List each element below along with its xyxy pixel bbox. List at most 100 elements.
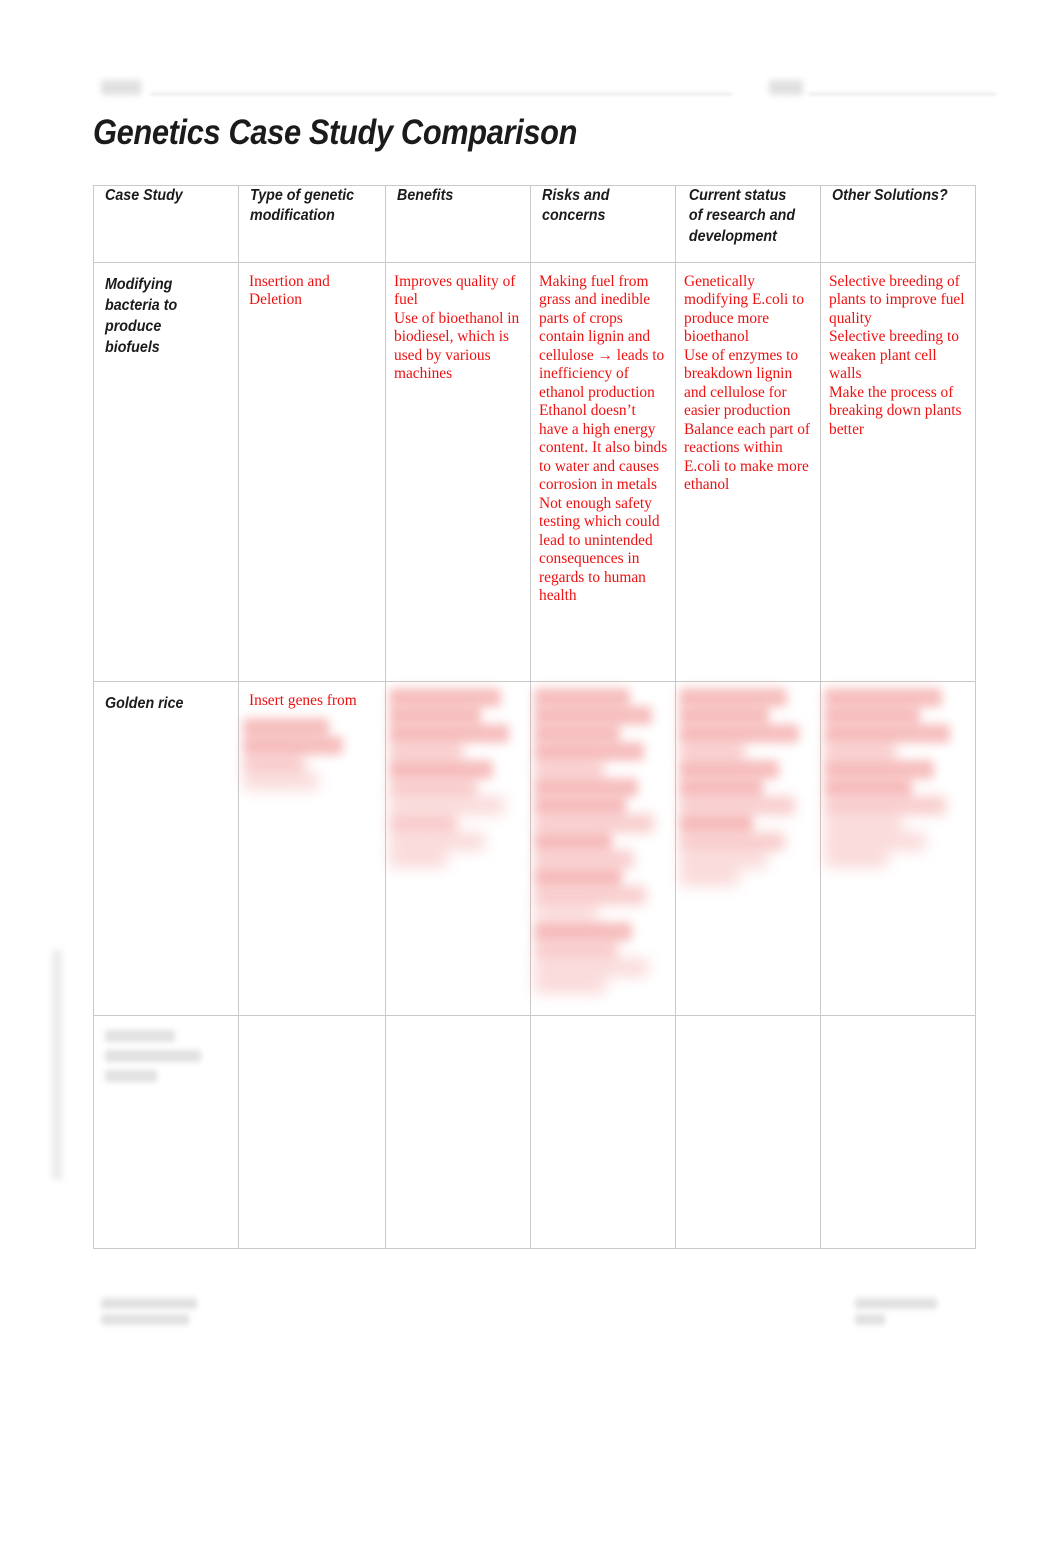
column-header-risks-and-concerns: Risks and concerns [530,185,676,263]
redacted-text-block [243,754,305,773]
redacted-text-block [534,904,598,923]
redacted-text-block [534,814,654,833]
column-header-case-study: Case Study [93,185,239,263]
column-header-case-study-label: Case Study [105,187,183,204]
type-of-modification-text: Insert genes from [249,692,357,709]
table-header-row: Case Study Type of genetic modification … [93,185,976,263]
document-footer [0,1290,1062,1350]
redacted-text-block [105,1030,175,1042]
redacted-text-block [389,742,463,761]
redacted-text-block [534,778,638,797]
redacted-text-block [679,832,785,851]
redacted-text-block [824,760,934,779]
redacted-text-block [824,688,942,707]
case-study-comparison-table: Case Study Type of genetic modification … [93,185,976,1249]
page-title: Genetics Case Study Comparison [93,113,578,152]
column-header-other-solutions: Other Solutions? [820,185,976,263]
redacted-text-block [389,796,505,815]
redacted-text-block [534,760,604,779]
redacted-text-block [679,760,779,779]
redacted-text-block [105,1070,157,1082]
redacted-text-block [534,922,632,941]
current-status-text: Genetically modifying E.coli to produce … [684,273,811,494]
table-row: Golden rice Insert genes from [93,681,976,1016]
redacted-text-block [243,772,319,790]
cell-type-of-modification: Insert genes from [238,681,386,1016]
redacted-text-block [534,886,646,905]
cell-case-study: Golden rice [93,681,239,1016]
redacted-text-block [389,814,457,833]
column-header-type-of-genetic-modification: Type of genetic modification [238,185,386,263]
column-header-other-solutions-label: Other Solutions? [832,187,948,204]
document-header [0,0,1062,110]
type-of-modification-text: Insertion and Deletion [249,273,330,309]
header-left-label-redacted [101,80,141,95]
redacted-text-block [824,742,896,761]
cell-current-status: Genetically modifying E.coli to produce … [675,262,821,682]
redacted-text-block [534,796,626,815]
redacted-text-block [679,868,739,886]
redacted-text-block [679,688,787,707]
case-study-table-wrapper: Case Study Type of genetic modification … [93,185,976,1249]
redacted-text-block [389,832,485,851]
redacted-text-block [534,958,648,977]
footer-right-redacted [855,1314,885,1325]
redacted-text-block [534,868,622,887]
redacted-text-block [534,940,618,959]
cell-risks-and-concerns [530,681,676,1016]
margin-watermark-redacted [52,950,62,1180]
cell-other-solutions [820,1015,976,1249]
redacted-text-block [534,724,620,743]
redacted-text-block [534,976,606,994]
redacted-text-block [389,706,481,725]
cell-other-solutions [820,681,976,1016]
document-page: Genetics Case Study Comparison Case Stud… [0,0,1062,1541]
cell-benefits: Improves quality of fuel Use of bioethan… [385,262,531,682]
redacted-text-block [679,796,795,815]
cell-type-of-modification: Insertion and Deletion [238,262,386,682]
redacted-text-block [534,706,652,725]
redacted-text-block [679,778,763,797]
redacted-text-block [824,724,950,743]
cell-risks-and-concerns [530,1015,676,1249]
redacted-text-block [534,832,612,851]
redacted-text-block [534,688,630,707]
redacted-text-block [105,1050,201,1062]
column-header-benefits: Benefits [385,185,531,263]
table-row: Modifying bacteria to produce biofuels I… [93,262,976,682]
redacted-text-block [824,778,912,797]
cell-type-of-modification [238,1015,386,1249]
cell-case-study: Modifying bacteria to produce biofuels [93,262,239,682]
column-header-benefits-label: Benefits [397,187,454,204]
redacted-text-block [679,706,769,725]
redacted-text-block [389,724,509,743]
redacted-text-block [389,778,477,797]
header-right-rule [808,93,996,95]
case-study-name: Modifying bacteria to produce biofuels [105,276,178,356]
header-left-rule [150,93,732,95]
cell-benefits [385,1015,531,1249]
redacted-text-block [679,814,753,833]
redacted-text-block [679,742,745,761]
redacted-text-block [534,850,634,869]
cell-other-solutions: Selective breeding of plants to improve … [820,262,976,682]
footer-left-redacted [101,1298,197,1309]
cell-risks-and-concerns: Making fuel from grass and inedible part… [530,262,676,682]
risks-and-concerns-text: Making fuel from grass and inedible part… [539,273,668,605]
redacted-text-block [824,706,920,725]
redacted-text-block [824,832,926,851]
other-solutions-text: Selective breeding of plants to improve … [829,273,965,438]
cell-case-study [93,1015,239,1249]
footer-right-redacted [855,1298,937,1309]
redacted-text-block [824,814,902,833]
cell-current-status [675,681,821,1016]
column-header-current-status-label: Current status of research and developme… [688,187,796,245]
redacted-text-block [824,796,946,815]
redacted-text-block [389,760,493,779]
table-row [93,1015,976,1249]
redacted-text-block [679,724,799,743]
redacted-text-block [824,850,888,868]
cell-current-status [675,1015,821,1249]
redacted-text-block [389,850,447,868]
footer-left-redacted [101,1314,189,1325]
